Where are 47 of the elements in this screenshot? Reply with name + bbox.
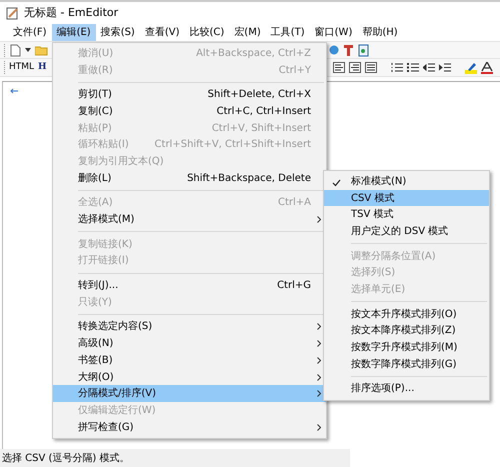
menu-item[interactable]: 复制(C) Ctrl+C, Ctrl+Insert xyxy=(53,103,326,120)
menu-bar-item[interactable]: 帮助(H) xyxy=(357,24,403,41)
indent-icon[interactable] xyxy=(438,62,451,73)
menu-item[interactable]: 按文本降序模式排列(Z) xyxy=(324,322,489,340)
menu-item[interactable]: 高级(N) xyxy=(53,335,326,352)
menu-item[interactable]: 删除(L) Shift+Backspace, Delete xyxy=(53,170,326,186)
justify-icon[interactable] xyxy=(364,62,377,73)
menu-item[interactable]: 选择模式(M) xyxy=(53,211,326,228)
highlighter-icon[interactable] xyxy=(464,62,477,74)
menu-item[interactable]: 书签(B) xyxy=(53,352,326,369)
menu-item[interactable]: 剪切(T) Shift+Delete, Ctrl+X xyxy=(53,86,326,104)
bulleted-list-icon[interactable] xyxy=(406,62,419,73)
menu-item[interactable]: 转换选定内容(S) xyxy=(53,318,326,336)
menu-item[interactable]: 分隔模式/排序(V) xyxy=(53,385,326,402)
menu-item[interactable]: TSV 模式 xyxy=(324,206,489,224)
document-icon[interactable] xyxy=(358,44,369,56)
menu-bar-item[interactable]: 宏(M) xyxy=(229,24,266,41)
menu-item[interactable]: 按数字升序模式排列(M) xyxy=(324,339,489,356)
window-title: 无标题 - EmEditor xyxy=(24,4,118,21)
heading-button[interactable]: H xyxy=(38,60,47,74)
outdent-icon[interactable] xyxy=(422,62,435,73)
menu-item[interactable]: 按数字降序模式排列(G) xyxy=(324,356,489,373)
menu-item[interactable]: 按文本升序模式排列(O) xyxy=(324,306,489,322)
menu-bar-item[interactable]: 文件(F) xyxy=(8,24,52,41)
menu-item[interactable]: 拼写检查(G) xyxy=(53,418,326,436)
new-document-icon[interactable] xyxy=(10,44,21,56)
menu-bar-item[interactable]: 比较(C) xyxy=(184,24,230,41)
dropdown-caret-icon[interactable] xyxy=(25,48,31,52)
menu-item[interactable]: 标准模式(N) xyxy=(324,173,489,190)
menu-item[interactable]: 排序选项(P)... xyxy=(324,380,489,398)
return-arrow-icon xyxy=(10,88,18,94)
align-left-icon[interactable] xyxy=(332,62,345,73)
menu-bar-item[interactable]: 工具(T) xyxy=(266,24,310,41)
menu-bar-item[interactable]: 搜索(S) xyxy=(96,24,140,41)
status-text: 选择 CSV (逗号分隔) 模式。 xyxy=(2,452,130,466)
menu-bar-item[interactable]: 查看(V) xyxy=(140,24,184,41)
app-icon xyxy=(6,6,19,20)
html-label: HTML xyxy=(9,60,34,74)
menu-bar-item[interactable]: 窗口(W) xyxy=(310,24,358,41)
menu-item[interactable]: 转到(J)... Ctrl+G xyxy=(53,277,326,294)
numbered-list-icon[interactable] xyxy=(390,62,403,73)
menu-bar-item[interactable]: 编辑(E) xyxy=(52,24,96,41)
menu-item[interactable]: 用户定义的 DSV 模式 xyxy=(324,223,489,240)
menu-item[interactable]: 大纲(O) xyxy=(53,368,326,386)
menu-item[interactable]: CSV 模式 xyxy=(324,190,489,206)
font-color-icon[interactable] xyxy=(480,62,493,74)
align-right-icon[interactable] xyxy=(348,62,361,73)
